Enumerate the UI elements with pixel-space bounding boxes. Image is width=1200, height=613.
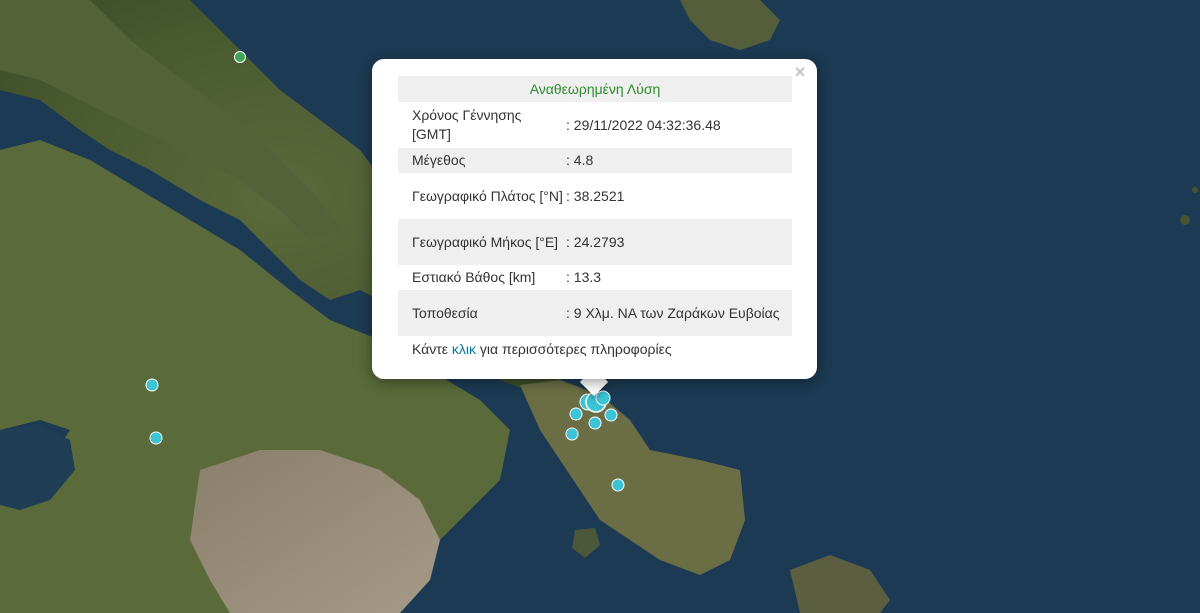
close-button[interactable]: ×: [791, 63, 809, 81]
earthquake-info-table: Αναθεωρημένη Λύση Χρόνος Γέννησης [GMT] …: [398, 76, 792, 336]
earthquake-popup: × Αναθεωρημένη Λύση Χρόνος Γέννησης [GMT…: [372, 59, 817, 379]
origin-time-label: Χρόνος Γέννησης [GMT]: [412, 107, 522, 142]
origin-time-value: : 29/11/2022 04:32:36.48: [566, 116, 721, 133]
depth-label: Εστιακό Βάθος [km]: [412, 269, 536, 285]
magnitude-value: : 4.8: [564, 148, 792, 173]
earthquake-marker[interactable]: [588, 416, 602, 430]
islet-east-2: [1192, 187, 1198, 193]
longitude-value: : 24.2793: [564, 219, 792, 265]
magnitude-label: Μέγεθος: [398, 148, 564, 173]
location-label: Τοποθεσία: [398, 290, 564, 336]
more-info-link[interactable]: κλικ: [452, 341, 476, 357]
earthquake-marker[interactable]: [149, 431, 163, 445]
longitude-label: Γεωγραφικό Μήκος [°E]: [398, 219, 564, 265]
earthquake-marker[interactable]: [604, 408, 618, 422]
more-info-line: Κάντε κλικ για περισσότερες πληροφορίες: [412, 341, 672, 357]
earthquake-marker[interactable]: [565, 427, 579, 441]
more-info-prefix: Κάντε: [412, 341, 452, 357]
earthquake-marker-green[interactable]: [234, 51, 246, 63]
earthquake-marker[interactable]: [611, 478, 625, 492]
popup-title: Αναθεωρημένη Λύση: [398, 76, 792, 102]
latitude-value: : 38.2521: [566, 187, 625, 204]
earthquake-marker[interactable]: [145, 378, 159, 392]
more-info-suffix: για περισσότερες πληροφορίες: [476, 341, 672, 357]
islet-east-1: [1180, 215, 1190, 225]
latitude-label: Γεωγραφικό Πλάτος [°N]: [412, 187, 563, 204]
depth-value: : 13.3: [566, 269, 602, 285]
earthquake-marker[interactable]: [569, 407, 583, 421]
location-value: : 9 Χλμ. ΝΑ των Ζαράκων Ευβοίας: [564, 290, 792, 336]
earthquake-marker[interactable]: [595, 390, 611, 406]
